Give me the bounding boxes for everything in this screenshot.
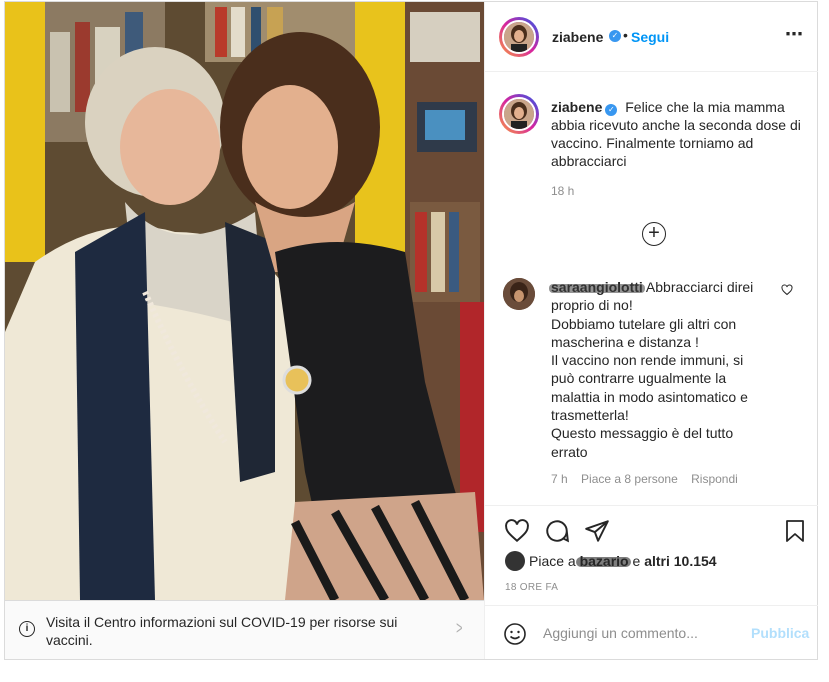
author-avatar[interactable] bbox=[502, 20, 536, 54]
publish-button[interactable]: Pubblica bbox=[751, 625, 809, 641]
liker-username[interactable]: bazario bbox=[580, 553, 629, 569]
action-bar bbox=[485, 505, 818, 555]
separator-dot: • bbox=[623, 27, 628, 43]
commenter-avatar[interactable] bbox=[503, 278, 535, 310]
share-icon[interactable] bbox=[584, 518, 610, 544]
comment-likes[interactable]: Piace a 8 persone bbox=[581, 472, 678, 486]
post-caption: ziabene ✓ Felice che la mia mamma abbia r… bbox=[551, 98, 801, 170]
load-more-comments-icon[interactable]: + bbox=[642, 222, 666, 246]
caption-timestamp[interactable]: 18 h bbox=[551, 184, 574, 198]
caption-verified-icon: ✓ bbox=[605, 104, 618, 116]
follow-button[interactable]: Segui bbox=[631, 29, 669, 45]
post-photo-illustration bbox=[5, 2, 484, 600]
add-comment-bar: Pubblica bbox=[485, 605, 818, 659]
more-options-icon[interactable]: ⋯ bbox=[785, 24, 804, 45]
caption-username[interactable]: ziabene bbox=[551, 99, 602, 115]
author-username[interactable]: ziabene bbox=[552, 29, 603, 45]
comment-meta: 7 h Piace a 8 persone Rispondi bbox=[551, 472, 748, 486]
info-icon: i bbox=[19, 621, 35, 637]
post-date[interactable]: 18 ORE FA bbox=[505, 582, 558, 593]
chevron-right-icon: > bbox=[456, 618, 463, 638]
commenter-username[interactable]: saraangiolotti bbox=[551, 279, 643, 295]
caption-author-avatar[interactable] bbox=[502, 97, 536, 131]
liker-avatar bbox=[505, 551, 525, 571]
verified-icon: ✓ bbox=[609, 30, 621, 42]
reply-button[interactable]: Rispondi bbox=[691, 472, 738, 486]
comment-time[interactable]: 7 h bbox=[551, 472, 568, 486]
bookmark-icon[interactable] bbox=[783, 518, 807, 544]
instagram-post: i Visita il Centro informazioni sul COVI… bbox=[4, 1, 818, 660]
likes-summary[interactable]: Piace a bazario e altri 10.154 bbox=[505, 551, 717, 571]
post-sidebar: ziabene ✓ • Segui ⋯ ziabene ✓ Felice che … bbox=[484, 2, 818, 659]
likes-suffix: e bbox=[632, 553, 641, 569]
covid-info-text: Visita il Centro informazioni sul COVID-… bbox=[46, 614, 398, 648]
like-comment-icon[interactable] bbox=[781, 284, 793, 296]
emoji-icon[interactable] bbox=[503, 622, 527, 646]
post-header: ziabene ✓ • Segui ⋯ bbox=[485, 2, 818, 72]
post-photo[interactable] bbox=[5, 2, 484, 600]
likes-others[interactable]: altri 10.154 bbox=[644, 553, 716, 569]
comment-text: Abbracciarci direi proprio di no! Dobbia… bbox=[551, 279, 754, 460]
likes-prefix: Piace a bbox=[529, 553, 576, 569]
comment-icon[interactable] bbox=[544, 518, 570, 544]
covid-info-banner[interactable]: i Visita il Centro informazioni sul COVI… bbox=[5, 600, 484, 659]
heart-icon[interactable] bbox=[504, 518, 530, 544]
comment-input[interactable] bbox=[543, 623, 743, 643]
comment: saraangiolotti Abbracciarci direi propri… bbox=[551, 278, 766, 461]
